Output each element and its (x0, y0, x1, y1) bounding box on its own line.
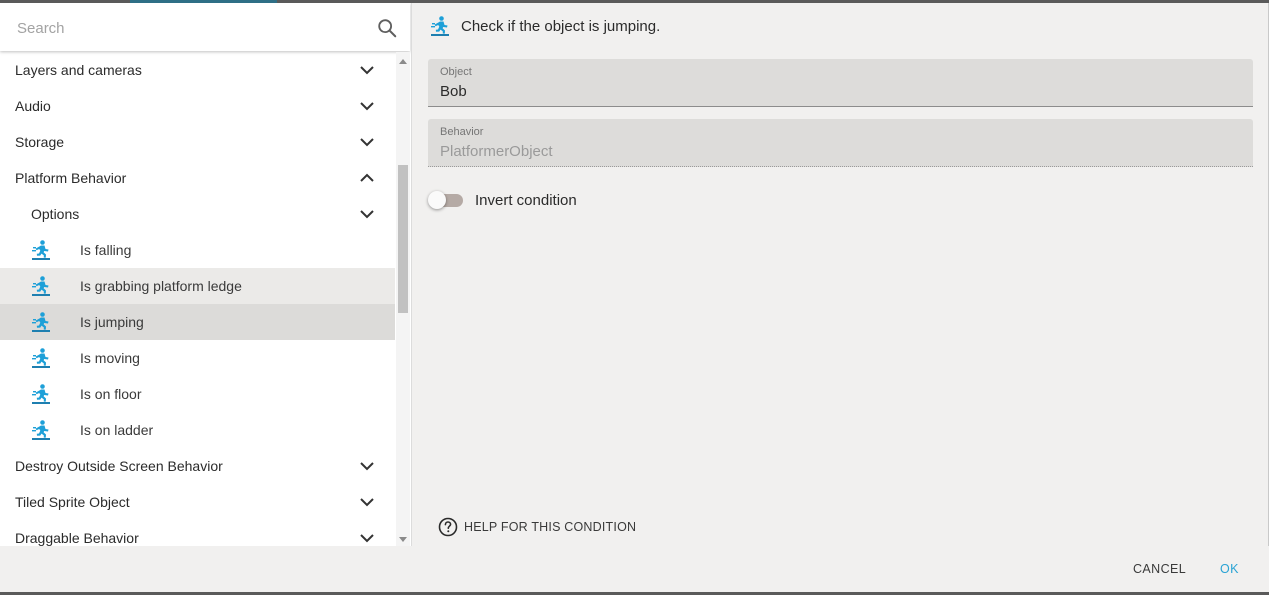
condition-header: Check if the object is jumping. (429, 14, 660, 38)
group-label: Destroy Outside Screen Behavior (15, 458, 223, 474)
item-label: Is falling (80, 242, 132, 258)
group-draggable-behavior[interactable]: Draggable Behavior (0, 520, 395, 546)
subgroup-options[interactable]: Options (0, 196, 395, 232)
list-item-is-grabbing-platform-ledge[interactable]: Is grabbing platform ledge (0, 268, 395, 304)
behavior-field-value[interactable]: PlatformerObject (440, 143, 553, 160)
group-audio[interactable]: Audio (0, 88, 395, 124)
chevron-down-icon (360, 534, 374, 543)
object-field-label: Object (440, 66, 472, 78)
platformer-icon (32, 348, 50, 368)
cancel-button[interactable]: CANCEL (1133, 557, 1186, 581)
group-platform-behavior[interactable]: Platform Behavior (0, 160, 395, 196)
chevron-down-icon (360, 498, 374, 507)
group-tiled-sprite-object[interactable]: Tiled Sprite Object (0, 484, 395, 520)
chevron-down-icon (360, 66, 374, 75)
group-storage[interactable]: Storage (0, 124, 395, 160)
object-field[interactable]: Object Bob (428, 59, 1253, 107)
help-for-condition-button[interactable]: HELP FOR THIS CONDITION (438, 516, 636, 538)
list-item-is-jumping[interactable]: Is jumping (0, 304, 395, 340)
instruction-list-panel: Layers and cameras Audio Storage Platfor… (0, 3, 412, 546)
group-layers-and-cameras[interactable]: Layers and cameras (0, 52, 395, 88)
invert-condition-toggle[interactable] (428, 190, 464, 210)
item-label: Is on ladder (80, 422, 154, 438)
list-item-is-moving[interactable]: Is moving (0, 340, 395, 376)
group-label: Tiled Sprite Object (15, 494, 130, 510)
platformer-icon (431, 16, 449, 36)
invert-condition-row[interactable]: Invert condition (428, 188, 577, 212)
chevron-down-icon (360, 210, 374, 219)
condition-editor-panel: Check if the object is jumping. Object B… (412, 3, 1268, 546)
list-item-is-falling[interactable]: Is falling (0, 232, 395, 268)
item-label: Is moving (80, 350, 140, 366)
object-field-value[interactable]: Bob (440, 83, 467, 100)
group-label: Draggable Behavior (15, 530, 139, 546)
platformer-icon (32, 420, 50, 440)
item-label: Is grabbing platform ledge (80, 278, 242, 294)
search-icon[interactable] (376, 17, 398, 39)
invert-condition-label: Invert condition (475, 191, 577, 209)
group-label: Platform Behavior (15, 170, 127, 186)
help-circle-icon (438, 517, 458, 537)
chevron-down-icon (360, 462, 374, 471)
dialog-actions: CANCEL OK (0, 546, 1269, 592)
toggle-thumb (428, 191, 446, 209)
subgroup-label: Options (31, 206, 80, 222)
condition-description: Check if the object is jumping. (461, 17, 661, 35)
scroll-up-arrow-icon[interactable] (399, 59, 407, 64)
platformer-icon (32, 240, 50, 260)
platformer-icon (32, 312, 50, 332)
chevron-down-icon (360, 102, 374, 111)
ok-button[interactable]: OK (1220, 557, 1239, 581)
scroll-down-arrow-icon[interactable] (399, 537, 407, 542)
search-bar (0, 3, 410, 51)
item-label: Is jumping (80, 314, 144, 330)
behavior-field-label: Behavior (440, 126, 484, 138)
search-input[interactable] (15, 15, 359, 41)
group-label: Audio (15, 98, 51, 114)
instruction-tree: Layers and cameras Audio Storage Platfor… (0, 52, 395, 546)
chevron-down-icon (360, 138, 374, 147)
scrollbar-thumb[interactable] (398, 165, 408, 313)
list-item-is-on-ladder[interactable]: Is on ladder (0, 412, 395, 448)
group-destroy-outside-screen-behavior[interactable]: Destroy Outside Screen Behavior (0, 448, 395, 484)
behavior-field[interactable]: Behavior PlatformerObject (428, 119, 1253, 167)
group-label: Storage (15, 134, 65, 150)
group-label: Layers and cameras (15, 62, 142, 78)
platformer-icon (32, 384, 50, 404)
list-item-is-on-floor[interactable]: Is on floor (0, 376, 395, 412)
platformer-icon (32, 276, 50, 296)
help-label: HELP FOR THIS CONDITION (464, 520, 637, 534)
chevron-up-icon (360, 173, 374, 182)
item-label: Is on floor (80, 386, 142, 402)
